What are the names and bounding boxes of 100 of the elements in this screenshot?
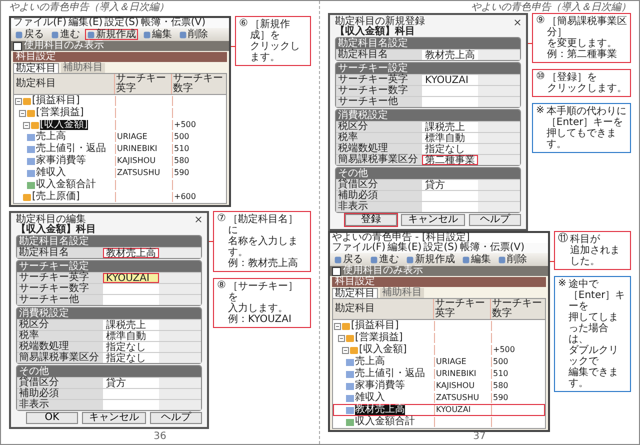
toolbar-button[interactable]: 新規作成 [85, 29, 138, 40]
account-name: 売上値引・返品 [36, 144, 106, 154]
toolbar-button[interactable]: 進む [368, 254, 401, 265]
tab[interactable]: 補助科目 [380, 288, 424, 298]
dialog-button[interactable]: 登録 [345, 214, 397, 226]
table-row[interactable]: [損益科目] [333, 320, 545, 332]
dialog-button[interactable]: ヘルプ [469, 214, 521, 226]
menu-item[interactable]: 編集(E) [68, 18, 103, 28]
column-header[interactable]: サーチキー英字 [114, 74, 171, 94]
table-cell: ZATSUSHU [117, 168, 160, 178]
tab[interactable]: 補助科目 [61, 63, 105, 74]
table-row[interactable]: 家事消費等 KAJISHOU 580 [333, 380, 545, 392]
input-field[interactable]: 課税売上 [103, 320, 159, 330]
input-field[interactable] [103, 284, 159, 294]
dialog-button[interactable]: ヘルプ [150, 412, 202, 424]
toolbar-button[interactable]: 戻る [13, 29, 46, 40]
input-field[interactable]: 指定なし [103, 342, 159, 352]
account-name: [営業損益] [355, 333, 403, 343]
panel-title: 科目設定 [13, 52, 227, 62]
input-field[interactable]: 指定なし [422, 144, 478, 154]
toolbar-icon [87, 30, 95, 39]
menu-item[interactable]: 設定(S) [104, 18, 139, 28]
table-row[interactable]: [収入金額] +500 [333, 344, 545, 356]
toolbar-button[interactable]: 進む [49, 29, 82, 40]
toolbar-button[interactable]: 戻る [332, 254, 365, 265]
input-field[interactable] [103, 400, 159, 410]
table-row[interactable]: 収入金額合計 [14, 179, 226, 192]
column-header[interactable]: 勘定科目 [14, 74, 114, 94]
input-field[interactable]: 標準自動 [103, 330, 159, 341]
input-field[interactable]: KYOUZAI [422, 75, 478, 85]
input-field[interactable]: KYOUZAI [103, 272, 159, 283]
account-name: 家事消費等 [36, 156, 86, 166]
account-name: 売上高 [355, 357, 385, 367]
toolbar-icon [498, 256, 506, 264]
table-row[interactable]: 雑収入 ZATSUSHU 590 [333, 392, 545, 404]
table-row[interactable]: 雑収入 ZATSUSHU 590 [14, 167, 226, 180]
callout-text: ［勘定科目名］に [228, 214, 299, 236]
input-field[interactable] [422, 191, 478, 201]
input-field[interactable] [422, 86, 478, 96]
input-field[interactable]: 標準自動 [422, 133, 478, 143]
menu-item[interactable]: 編集(E) [388, 243, 422, 253]
menu-item[interactable]: ファイル(F) [332, 243, 386, 253]
toolbar-button[interactable]: 削除 [177, 29, 210, 40]
input-field[interactable] [103, 388, 159, 399]
section-header: 消費税設定 [336, 110, 520, 121]
input-field[interactable]: 指定なし [103, 352, 159, 363]
section-header: サーチキー設定 [336, 63, 520, 74]
input-field[interactable]: 課税売上 [422, 122, 478, 132]
table-row[interactable]: 教材売上高 KYOUZAI [333, 404, 545, 416]
page-header: やよいの青色申告（導入＆日次編） [470, 3, 631, 13]
table-cell: 500 [174, 132, 190, 142]
input-field[interactable] [422, 97, 478, 107]
input-field[interactable]: 貸方 [103, 378, 159, 388]
callout-text: 本手順の代わりに [546, 106, 627, 117]
close-icon[interactable] [195, 216, 202, 224]
dialog-subject: 【収入金額】科目 [16, 224, 97, 235]
toolbar-button[interactable]: 編集 [141, 29, 174, 40]
checkbox[interactable] [13, 42, 22, 51]
column-header[interactable]: サーチキー数字 [171, 74, 228, 94]
table-row[interactable]: [損益科目] [14, 95, 226, 108]
menu-item[interactable]: ファイル(F) [13, 18, 67, 28]
dialog-button[interactable]: キャンセル [401, 214, 465, 226]
table-row[interactable]: [売上原価] +600 [14, 191, 226, 204]
callout-text: ［新規作成］を [250, 19, 291, 42]
close-icon[interactable] [514, 18, 521, 26]
input-field[interactable]: 第二種事業 [422, 155, 478, 165]
dialog-button[interactable]: OK [26, 412, 78, 424]
field-label: 非表示 [336, 202, 422, 212]
table-cell: 500 [493, 357, 508, 366]
table-row[interactable]: [営業損益] [333, 332, 545, 344]
toolbar-button[interactable]: 削除 [496, 254, 529, 265]
toolbar-button[interactable]: 新規作成 [404, 254, 457, 265]
input-field[interactable]: 教材売上高 [422, 50, 478, 60]
tab[interactable]: 勘定科目 [332, 288, 378, 298]
column-header[interactable]: 勘定科目 [333, 299, 433, 319]
dialog-button[interactable]: キャンセル [82, 412, 146, 424]
input-field[interactable]: 教材売上高 [103, 248, 159, 258]
menu-item[interactable]: 設定(S) [424, 243, 458, 253]
table-row[interactable]: 収入金額合計 [333, 416, 545, 428]
input-field[interactable] [422, 202, 478, 212]
tab[interactable]: 勘定科目 [13, 63, 59, 74]
table-row[interactable]: 家事消費等 KAJISHOU 580 [14, 155, 226, 168]
table-row[interactable]: 売上高 URIAGE 500 [14, 131, 226, 144]
column-header[interactable]: サーチキー数字 [490, 299, 547, 319]
table-row[interactable]: [営業損益] [14, 107, 226, 120]
input-field[interactable] [103, 294, 159, 305]
checkbox[interactable] [332, 266, 341, 276]
callout-text: 追加されました。 [570, 245, 621, 267]
section-header: 消費税設定 [17, 308, 201, 319]
step-number: ⑩ [536, 72, 545, 84]
table-row[interactable]: 売上値引・返品 URINEBIKI 510 [14, 143, 226, 156]
input-field[interactable]: 貸方 [422, 180, 478, 190]
table-cell: URINEBIKI [117, 144, 158, 154]
table-row[interactable]: 売上値引・返品 URINEBIKI 510 [333, 368, 545, 380]
toolbar-button[interactable]: 編集 [460, 254, 493, 265]
panel-title: 科目設定 [332, 277, 546, 287]
menu-item[interactable]: 帳簿・伝票(V) [460, 243, 524, 253]
column-header[interactable]: サーチキー英字 [433, 299, 490, 319]
menu-item[interactable]: 帳簿・伝票(V) [140, 18, 206, 28]
table-row[interactable]: 売上高 URIAGE 500 [333, 356, 545, 368]
